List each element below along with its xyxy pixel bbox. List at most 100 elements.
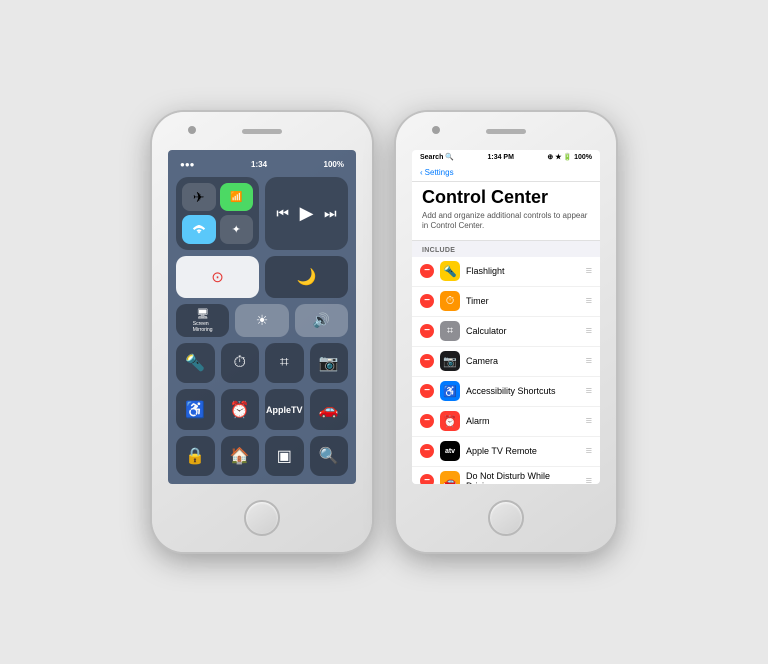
car-btn[interactable]: 🚗 xyxy=(310,389,349,429)
cc-signal: ●●● xyxy=(180,160,195,169)
timer-icon: ⏱ xyxy=(440,291,460,311)
cc-connectivity-group: ✈ 📶 ✦ xyxy=(176,177,259,250)
drag-handle[interactable]: ≡ xyxy=(586,385,592,397)
alarm-icon: ⏰ xyxy=(440,411,460,431)
list-item[interactable]: − 📷 Camera ≡ xyxy=(412,347,600,377)
camera-btn[interactable]: 📷 xyxy=(310,343,349,383)
wifi-btn[interactable] xyxy=(182,215,216,244)
calculator-icon: ⌗ xyxy=(440,321,460,341)
flashlight-label: Flashlight xyxy=(466,266,580,276)
list-item[interactable]: − 🔦 Flashlight ≡ xyxy=(412,257,600,287)
list-item[interactable]: − ⏱ Timer ≡ xyxy=(412,287,600,317)
forward-btn[interactable]: ⏭ xyxy=(324,205,337,222)
appletv-icon: atv xyxy=(440,441,460,461)
brightness-btn[interactable]: ☀ xyxy=(235,304,288,337)
remove-flashlight-btn[interactable]: − xyxy=(420,264,434,278)
battery-btn[interactable]: ▣ xyxy=(265,436,304,476)
alarm-btn[interactable]: ⏰ xyxy=(221,389,260,429)
drag-handle[interactable]: ≡ xyxy=(586,445,592,457)
bluetooth-btn[interactable]: ✦ xyxy=(220,215,254,244)
camera-label: Camera xyxy=(466,356,580,366)
rotation-lock-btn[interactable]: ⊙ xyxy=(176,256,259,298)
volume-btn[interactable]: 🔊 xyxy=(295,304,348,337)
accessibility-icon: ♿ xyxy=(440,381,460,401)
cc-battery: 100% xyxy=(324,160,344,169)
list-item[interactable]: − ⏰ Alarm ≡ xyxy=(412,407,600,437)
list-item[interactable]: − 🚗 Do Not Disturb While Driving ≡ xyxy=(412,467,600,484)
alarm-label: Alarm xyxy=(466,416,580,426)
flashlight-icon: 🔦 xyxy=(440,261,460,281)
remove-alarm-btn[interactable]: − xyxy=(420,414,434,428)
drag-handle[interactable]: ≡ xyxy=(586,295,592,307)
accessibility-label: Accessibility Shortcuts xyxy=(466,386,580,396)
settings-status-bar: Search 🔍 1:34 PM ⊕ ★ 🔋 100% xyxy=(412,150,600,164)
home-button-right[interactable] xyxy=(488,500,524,536)
settings-list: − 🔦 Flashlight ≡ − ⏱ Timer ≡ − ⌗ Calcula… xyxy=(412,257,600,484)
back-label: Settings xyxy=(425,168,454,177)
speaker-right xyxy=(486,129,526,134)
back-chevron: ‹ xyxy=(420,168,423,177)
status-time: 1:34 PM xyxy=(487,154,513,161)
settings-nav: ‹ Settings xyxy=(412,164,600,182)
cc-row3: 🖥 ScreenMirroring ☀ 🔊 xyxy=(176,304,348,337)
settings-header: Control Center Add and organize addition… xyxy=(412,182,600,241)
dnd-driving-icon: 🚗 xyxy=(440,471,460,484)
cc-row2: ⊙ 🌙 xyxy=(176,256,348,298)
left-screen: ●●● 1:34 100% ✈ 📶 ✦ ⏮ ▶ ⏭ xyxy=(168,150,356,484)
home-btn[interactable]: 🏠 xyxy=(221,436,260,476)
play-btn[interactable]: ▶ xyxy=(300,203,314,224)
list-item[interactable]: − ⌗ Calculator ≡ xyxy=(412,317,600,347)
zoom-btn[interactable]: 🔍 xyxy=(310,436,349,476)
status-right: ⊕ ★ 🔋 100% xyxy=(547,153,592,161)
cc-row6: 🔒 🏠 ▣ 🔍 xyxy=(176,436,348,476)
airplane-mode-btn[interactable]: ✈ xyxy=(182,183,216,212)
list-item[interactable]: − ♿ Accessibility Shortcuts ≡ xyxy=(412,377,600,407)
screen-mirroring-btn[interactable]: 🖥 ScreenMirroring xyxy=(176,304,229,337)
cc-row4: 🔦 ⏱ ⌗ 📷 xyxy=(176,343,348,383)
calculator-label: Calculator xyxy=(466,326,580,336)
settings-screen: Search 🔍 1:34 PM ⊕ ★ 🔋 100% ‹ Settings C… xyxy=(412,150,600,484)
back-button[interactable]: ‹ Settings xyxy=(420,168,592,177)
timer-label: Timer xyxy=(466,296,580,306)
screen-mirror-label: ScreenMirroring xyxy=(193,321,213,333)
appletv-label: Apple TV Remote xyxy=(466,446,580,456)
home-button-left[interactable] xyxy=(244,500,280,536)
list-item[interactable]: − atv Apple TV Remote ≡ xyxy=(412,437,600,467)
drag-handle[interactable]: ≡ xyxy=(586,325,592,337)
drag-handle[interactable]: ≡ xyxy=(586,265,592,277)
cc-row5: ♿ ⏰ AppleTV 🚗 xyxy=(176,389,348,429)
remove-camera-btn[interactable]: − xyxy=(420,354,434,368)
remove-dnd-driving-btn[interactable]: − xyxy=(420,474,434,484)
remove-appletv-btn[interactable]: − xyxy=(420,444,434,458)
apple-tv-btn[interactable]: AppleTV xyxy=(265,389,304,429)
cc-media-group: ⏮ ▶ ⏭ xyxy=(265,177,348,250)
left-iphone: ●●● 1:34 100% ✈ 📶 ✦ ⏮ ▶ ⏭ xyxy=(152,112,372,552)
page-subtitle: Add and organize additional controls to … xyxy=(422,211,590,232)
drag-handle[interactable]: ≡ xyxy=(586,355,592,367)
remove-timer-btn[interactable]: − xyxy=(420,294,434,308)
drag-handle[interactable]: ≡ xyxy=(586,475,592,484)
accessibility-btn[interactable]: ♿ xyxy=(176,389,215,429)
calculator-btn[interactable]: ⌗ xyxy=(265,343,304,383)
dnd-driving-label: Do Not Disturb While Driving xyxy=(466,471,580,484)
lock-btn[interactable]: 🔒 xyxy=(176,436,215,476)
top-bar-right xyxy=(396,112,616,150)
remove-calculator-btn[interactable]: − xyxy=(420,324,434,338)
rewind-btn[interactable]: ⏮ xyxy=(276,205,289,222)
cc-status-bar: ●●● 1:34 100% xyxy=(176,158,348,171)
remove-accessibility-btn[interactable]: − xyxy=(420,384,434,398)
flashlight-btn[interactable]: 🔦 xyxy=(176,343,215,383)
timer-btn[interactable]: ⏱ xyxy=(221,343,260,383)
drag-handle[interactable]: ≡ xyxy=(586,415,592,427)
control-center-screen: ●●● 1:34 100% ✈ 📶 ✦ ⏮ ▶ ⏭ xyxy=(168,150,356,484)
home-btn-area-right xyxy=(488,484,524,552)
cellular-btn[interactable]: 📶 xyxy=(220,183,254,212)
section-header: INCLUDE xyxy=(412,241,600,257)
cc-time: 1:34 xyxy=(251,160,267,169)
right-screen: Search 🔍 1:34 PM ⊕ ★ 🔋 100% ‹ Settings C… xyxy=(412,150,600,484)
cc-top-grid: ✈ 📶 ✦ ⏮ ▶ ⏭ xyxy=(176,177,348,250)
do-not-disturb-btn[interactable]: 🌙 xyxy=(265,256,348,298)
front-camera-left xyxy=(188,126,196,134)
right-iphone: Search 🔍 1:34 PM ⊕ ★ 🔋 100% ‹ Settings C… xyxy=(396,112,616,552)
speaker-left xyxy=(242,129,282,134)
